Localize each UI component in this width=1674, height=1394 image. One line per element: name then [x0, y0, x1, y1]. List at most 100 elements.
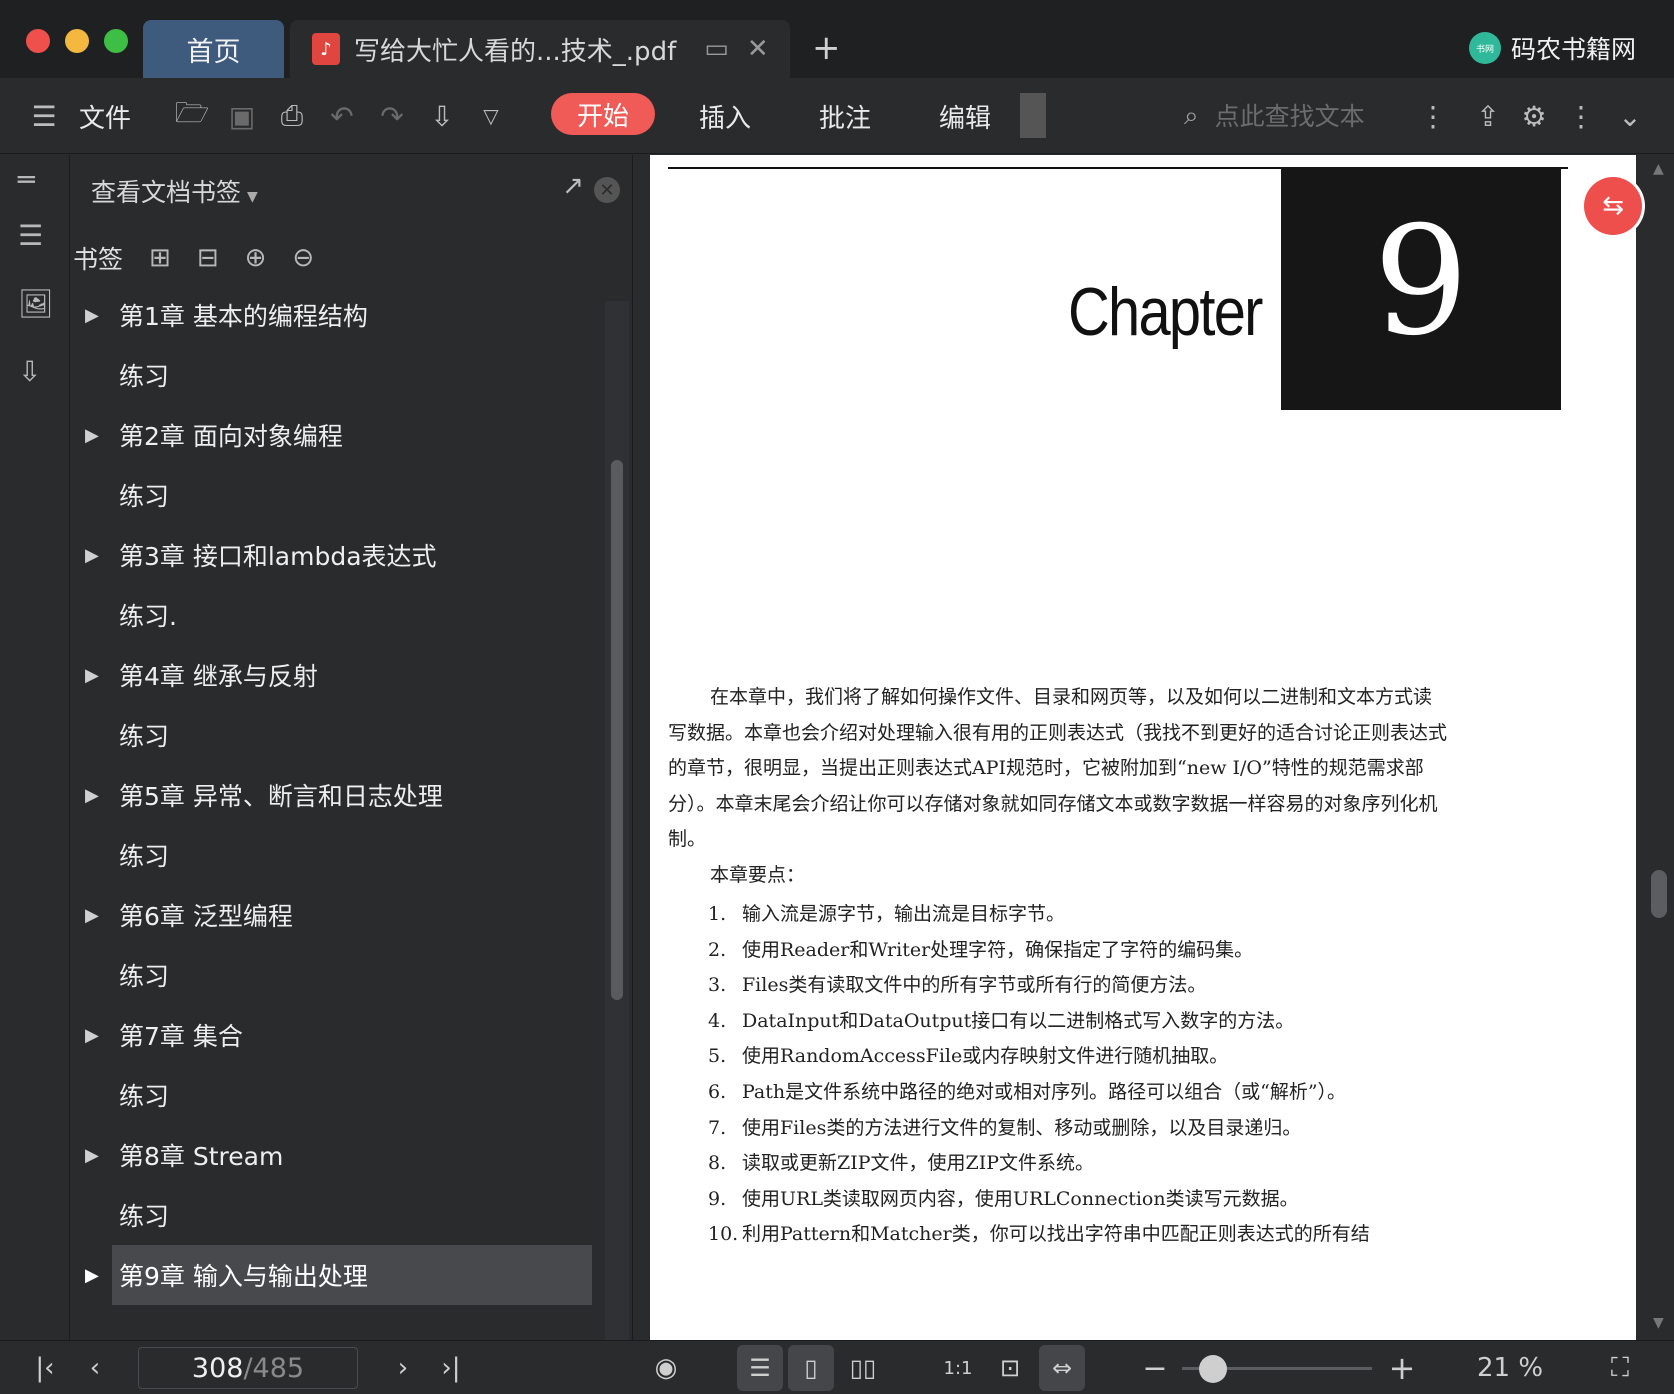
export-icon[interactable]: ⇩ [18, 355, 41, 388]
expand-arrow-icon[interactable]: ▶ [85, 1025, 99, 1046]
overflow-menu-icon[interactable]: ⋮ [1567, 78, 1595, 154]
add-bookmark-icon[interactable]: ⊕ [245, 243, 267, 273]
bookmark-item[interactable]: 练习 [71, 465, 601, 525]
share-icon[interactable]: ⇪ [1468, 78, 1508, 154]
bookmark-item[interactable]: ▶ 第3章 接口和lambda表达式 [71, 525, 601, 585]
panel-scroll-thumb[interactable] [611, 460, 623, 1000]
bookmark-item[interactable]: ▶ 第6章 泛型编程 [71, 885, 601, 945]
undo-icon[interactable]: ↶ [322, 78, 362, 154]
previous-page-icon[interactable]: ‹ [80, 1341, 110, 1394]
bookmark-item[interactable]: 练习 [71, 945, 601, 1005]
bookmark-label: 练习 [119, 1082, 170, 1111]
scroll-down-icon[interactable]: ▼ [1653, 1315, 1664, 1331]
new-tab-button[interactable]: + [812, 28, 841, 68]
expand-arrow-icon[interactable]: ▶ [85, 1145, 99, 1166]
page-number-field[interactable]: 308/485 [138, 1347, 358, 1389]
eye-protection-icon[interactable]: ◉ [644, 1341, 688, 1394]
bookmark-item[interactable]: ▶ 第1章 基本的编程结构 [71, 285, 601, 345]
single-page-view-icon[interactable]: ▯ [788, 1345, 834, 1391]
next-page-icon[interactable]: › [388, 1341, 418, 1394]
bookmark-item[interactable]: 练习 [71, 825, 601, 885]
bookmark-item[interactable]: ▶ 第7章 集合 [71, 1005, 601, 1065]
bookmark-item[interactable]: ▶ 第8章 Stream [71, 1125, 601, 1185]
tab-edit[interactable]: 编辑 [930, 78, 1000, 154]
document-scroll-thumb[interactable] [1651, 870, 1667, 918]
list-item-text: Files类有读取文件中的所有字节或所有行的简便方法。 [742, 974, 1207, 997]
actual-size-icon[interactable]: 1:1 [935, 1345, 981, 1391]
tab-insert[interactable]: 插入 [690, 78, 760, 154]
intro-paragraph: 在本章中，我们将了解如何操作文件、目录和网页等，以及如何以二进制和文本方式读写数… [668, 686, 1448, 851]
collapse-chevron-icon[interactable]: ⌄ [1610, 78, 1650, 154]
popout-arrow-icon[interactable]: ↗ [562, 171, 584, 201]
bookmark-item[interactable]: 练习. [71, 585, 601, 645]
print-icon[interactable]: ⎙ [272, 78, 312, 154]
bookmark-item[interactable]: ▶ 第2章 面向对象编程 [71, 405, 601, 465]
document-scrollbar[interactable]: ▲ ▼ [1645, 155, 1674, 1340]
bookmark-label: 练习 [119, 962, 170, 991]
expand-arrow-icon[interactable]: ▶ [85, 425, 99, 446]
collapse-panel-icon[interactable]: ═ [18, 163, 35, 196]
hamburger-menu-icon[interactable]: ☰ [26, 78, 62, 154]
fullscreen-icon[interactable]: ⛶ [1600, 1341, 1640, 1394]
bookmark-item[interactable]: ▶ 第5章 异常、断言和日志处理 [71, 765, 601, 825]
zoom-in-icon[interactable]: + [1385, 1341, 1419, 1394]
last-page-icon[interactable]: ›| [436, 1341, 466, 1394]
save-icon[interactable]: ▣ [222, 78, 262, 154]
list-item-text: 利用Pattern和Matcher类，你可以找出字符串中匹配正则表达式的所有结 [742, 1223, 1370, 1246]
more-vertical-icon[interactable]: ⋮ [1419, 78, 1447, 154]
tab-annotate[interactable]: 批注 [810, 78, 880, 154]
expand-arrow-icon[interactable]: ▶ [85, 305, 99, 326]
two-page-view-icon[interactable]: ▯▯ [840, 1345, 886, 1391]
bookmark-item[interactable]: 练习 [71, 1065, 601, 1125]
window-minimize-button[interactable] [65, 29, 89, 53]
tab-home[interactable]: 首页 [143, 20, 284, 78]
tab-document[interactable]: ♪ 写给大忙人看的...技术_.pdf ▭ ✕ [290, 20, 790, 78]
fit-page-icon[interactable]: ⊡ [987, 1345, 1033, 1391]
file-menu[interactable]: 文件 [76, 78, 134, 154]
floating-convert-icon[interactable]: ⇆ [1584, 177, 1642, 235]
open-folder-icon[interactable]: 🗁 [172, 78, 212, 154]
bookmark-list-icon[interactable]: ☰ [18, 219, 43, 252]
expand-arrow-icon[interactable]: ▶ [85, 665, 99, 686]
list-item: 8. 读取或更新ZIP文件，使用ZIP文件系统。 [708, 1146, 1448, 1182]
bookmark-view-dropdown[interactable]: 查看文档书签 ▼ [91, 173, 258, 209]
bookmark-label: 第9章 输入与输出处理 [119, 1262, 368, 1291]
bookmark-item[interactable]: 练习 [71, 705, 601, 765]
first-page-icon[interactable]: |‹ [30, 1341, 60, 1394]
expand-arrow-icon[interactable]: ▶ [85, 545, 99, 566]
fit-width-icon[interactable]: ⇔ [1039, 1345, 1085, 1391]
tab-start[interactable]: 开始 [551, 93, 655, 135]
expand-arrow-icon[interactable]: ▶ [85, 785, 99, 806]
tab-home-label: 首页 [186, 36, 241, 68]
convert-icon[interactable]: ⇩ [422, 78, 462, 154]
bookmark-item[interactable]: 练习 [71, 345, 601, 405]
bookmark-item[interactable]: ▶ 第4章 继承与反射 [71, 645, 601, 705]
zoom-out-icon[interactable]: − [1140, 1341, 1170, 1394]
continuous-view-icon[interactable]: ☰ [737, 1345, 783, 1391]
bookmark-label: 练习 [119, 362, 170, 391]
list-item: 3. Files类有读取文件中的所有字节或所有行的简便方法。 [708, 968, 1448, 1004]
more-dropdown-icon[interactable]: ▽ [476, 78, 506, 154]
search-input[interactable] [1214, 101, 1415, 131]
monitor-icon[interactable]: ▭ [704, 34, 729, 64]
settings-gear-icon[interactable]: ⚙ [1514, 78, 1554, 154]
close-panel-icon[interactable]: ✕ [594, 177, 620, 203]
expand-arrow-icon[interactable]: ▶ [85, 1265, 99, 1286]
scroll-up-icon[interactable]: ▲ [1653, 161, 1664, 177]
thumbnail-image-icon[interactable]: 🖼 [18, 287, 54, 320]
zoom-level[interactable]: 21 % [1470, 1341, 1550, 1394]
close-tab-icon[interactable]: ✕ [747, 34, 769, 64]
delete-bookmark-icon[interactable]: ⊖ [292, 243, 314, 273]
collapse-all-icon[interactable]: ⊟ [197, 243, 219, 273]
window-maximize-button[interactable] [104, 29, 128, 53]
bookmark-item[interactable]: 练习 [71, 1185, 601, 1245]
zoom-slider-handle[interactable] [1199, 1355, 1227, 1383]
toolbar-scroll-handle[interactable] [1020, 93, 1046, 138]
search-box[interactable]: ⌕ [1184, 78, 1415, 154]
bookmark-item[interactable]: ▶ 第9章 输入与输出处理 [85, 1245, 592, 1305]
window-close-button[interactable] [26, 29, 50, 53]
expand-all-icon[interactable]: ⊞ [149, 243, 171, 273]
list-item-number: 2. [708, 938, 727, 961]
expand-arrow-icon[interactable]: ▶ [85, 905, 99, 926]
redo-icon[interactable]: ↷ [372, 78, 412, 154]
